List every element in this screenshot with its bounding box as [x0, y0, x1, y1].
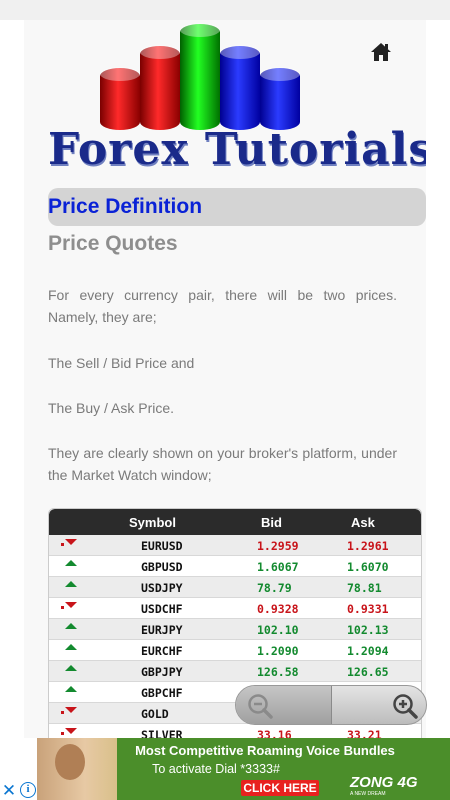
logo-text: Forex Tutorials [48, 124, 426, 175]
arrow-down-icon [61, 707, 77, 714]
ad-brand: ZONG 4G [350, 774, 418, 791]
ask-cell: 78.81 [347, 581, 382, 595]
bid-cell: 1.6067 [257, 560, 299, 574]
symbol-cell: USDCHF [141, 602, 183, 616]
logo-bars [100, 20, 340, 130]
market-watch-row: GBPJPY 126.58 126.65 [49, 661, 421, 682]
market-watch-row: GBPUSD 1.6067 1.6070 [49, 556, 421, 577]
arrow-up-icon [65, 686, 77, 692]
content-page: Forex Tutorials Price Definition Price Q… [24, 20, 426, 738]
symbol-cell: EURJPY [141, 623, 183, 637]
ask-cell: 0.9331 [347, 602, 389, 616]
market-watch-row: USDJPY 78.79 78.81 [49, 577, 421, 598]
ad-subline: To activate Dial *3333# [152, 762, 280, 776]
ad-brand-tagline: A NEW DREAM [350, 791, 386, 797]
section-title: Price Definition [48, 195, 203, 218]
home-button[interactable] [369, 40, 393, 64]
symbol-cell: SILVER [141, 728, 183, 738]
ask-cell: 102.13 [347, 623, 389, 637]
ad-banner[interactable]: Most Competitive Roaming Voice Bundles T… [0, 738, 450, 800]
zoom-out-icon [248, 694, 273, 719]
zoom-out-button[interactable] [236, 686, 332, 724]
column-bid: Bid [261, 515, 282, 530]
symbol-cell: EURCHF [141, 644, 183, 658]
zoom-in-button[interactable] [333, 686, 426, 724]
market-watch-row: EURCHF 1.2090 1.2094 [49, 640, 421, 661]
section-header: Price Definition [48, 188, 426, 226]
ask-cell: 126.65 [347, 665, 389, 679]
zoom-in-icon [393, 694, 418, 719]
symbol-cell: USDJPY [141, 581, 183, 595]
status-bar [0, 0, 450, 20]
ad-headline: Most Competitive Roaming Voice Bundles [135, 743, 395, 758]
paragraph-ask: The Buy / Ask Price. [48, 400, 175, 416]
logo-bar-red-small [100, 67, 140, 130]
arrow-down-icon [61, 728, 77, 735]
bid-cell: 1.2959 [257, 539, 299, 553]
app-screen: Forex Tutorials Price Definition Price Q… [0, 0, 450, 800]
symbol-cell: GBPUSD [141, 560, 183, 574]
column-symbol: Symbol [129, 515, 176, 530]
bid-cell: 78.79 [257, 581, 292, 595]
home-icon [371, 43, 391, 61]
ask-cell: 33.21 [347, 728, 382, 738]
zoom-controls [235, 685, 427, 725]
arrow-up-icon [65, 665, 77, 671]
market-watch-row: SILVER 33.16 33.21 [49, 724, 421, 738]
market-watch-header: Symbol Bid Ask [49, 509, 421, 535]
market-watch-row: USDCHF 0.9328 0.9331 [49, 598, 421, 619]
symbol-cell: GBPCHF [141, 686, 183, 700]
market-watch-row: EURUSD 1.2959 1.2961 [49, 535, 421, 556]
bid-cell: 102.10 [257, 623, 299, 637]
forex-tutorials-logo: Forex Tutorials [48, 20, 426, 180]
arrow-down-icon [61, 539, 77, 546]
paragraph-bid: The Sell / Bid Price and [48, 355, 195, 371]
ask-cell: 1.2094 [347, 644, 389, 658]
ad-image [37, 738, 117, 800]
close-icon[interactable]: ✕ [0, 782, 18, 800]
bid-cell: 1.2090 [257, 644, 299, 658]
arrow-up-icon [65, 623, 77, 629]
bid-cell: 126.58 [257, 665, 299, 679]
ask-cell: 1.2961 [347, 539, 389, 553]
symbol-cell: GBPJPY [141, 665, 183, 679]
ad-cta-button[interactable]: CLICK HERE [241, 780, 319, 796]
column-ask: Ask [351, 515, 375, 530]
bid-cell: 33.16 [257, 728, 292, 738]
info-icon[interactable]: i [20, 782, 36, 798]
arrow-up-icon [65, 644, 77, 650]
logo-bar-blue-large [220, 45, 260, 130]
paragraph-market-watch: They are clearly shown on your broker's … [48, 445, 397, 483]
logo-bar-red-large [140, 45, 180, 130]
arrow-up-icon [65, 560, 77, 566]
paragraph-intro: For every currency pair, there will be t… [48, 287, 397, 325]
ask-cell: 1.6070 [347, 560, 389, 574]
bid-cell: 0.9328 [257, 602, 299, 616]
symbol-cell: EURUSD [141, 539, 183, 553]
market-watch-row: EURJPY 102.10 102.13 [49, 619, 421, 640]
logo-bar-green [180, 23, 220, 130]
logo-bar-blue-small [260, 67, 300, 130]
arrow-up-icon [65, 581, 77, 587]
symbol-cell: GOLD [141, 707, 169, 721]
page-subtitle: Price Quotes [48, 232, 178, 255]
arrow-down-icon [61, 602, 77, 609]
